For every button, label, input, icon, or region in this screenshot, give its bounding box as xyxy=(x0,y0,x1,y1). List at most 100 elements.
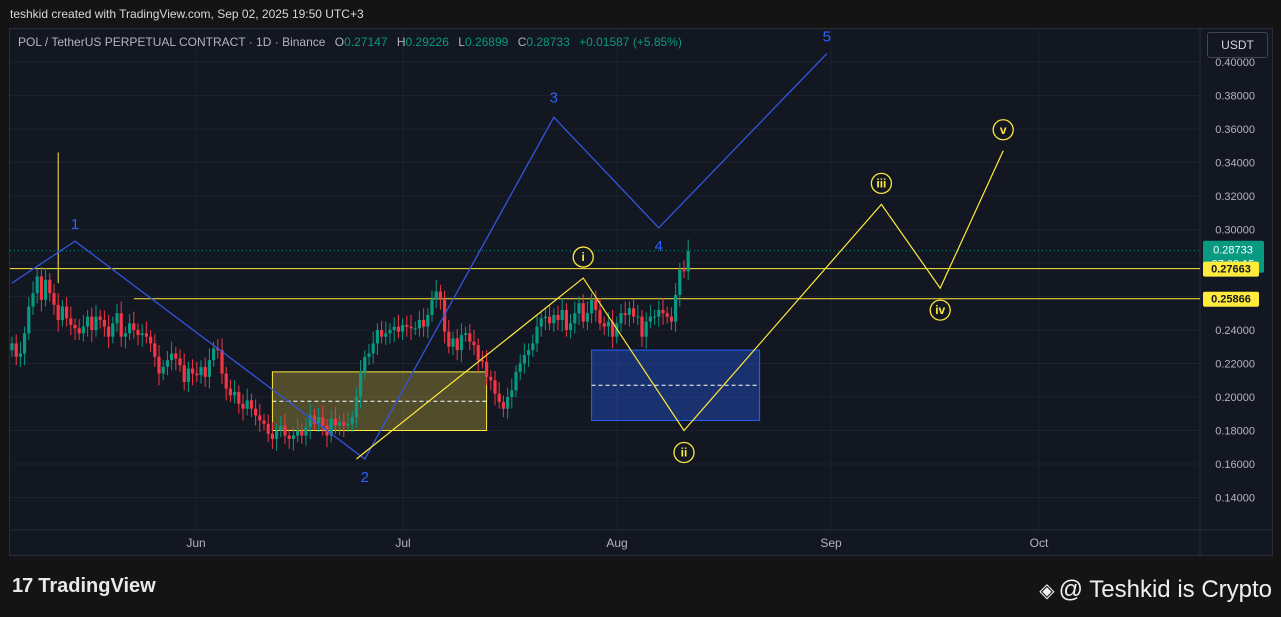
candle-up xyxy=(590,299,594,314)
candle-up xyxy=(552,314,556,324)
candle-up xyxy=(606,321,610,327)
candle-down xyxy=(489,376,493,381)
candle-down xyxy=(98,316,102,320)
candle-up xyxy=(392,326,396,330)
x-tick-label: Aug xyxy=(606,536,627,550)
open-value: 0.27147 xyxy=(344,35,388,49)
yellow-wave-label: i xyxy=(582,250,585,264)
x-tick-label: Oct xyxy=(1030,536,1049,550)
candle-down xyxy=(497,393,501,403)
candle-down xyxy=(380,330,384,337)
low-label: L xyxy=(458,35,465,49)
yellow-wave-label: ii xyxy=(681,446,688,460)
candle-up xyxy=(388,330,392,334)
candle-down xyxy=(581,303,585,322)
blue-wave-label: 5 xyxy=(823,29,831,46)
candle-up xyxy=(569,323,573,330)
candle-up xyxy=(527,350,531,356)
candle-up xyxy=(165,360,169,367)
candle-down xyxy=(405,324,409,327)
candle-up xyxy=(128,323,132,334)
tradingview-logo-icon: 17 xyxy=(12,575,33,597)
candle-up xyxy=(27,306,31,334)
candle-up xyxy=(279,425,283,431)
x-tick-label: Jun xyxy=(186,536,205,550)
candle-down xyxy=(191,368,195,374)
y-tick-label: 0.16000 xyxy=(1215,459,1255,471)
candle-up xyxy=(644,321,648,337)
level-price-value: 0.27663 xyxy=(1211,264,1251,276)
candle-down xyxy=(262,420,266,424)
y-tick-label: 0.40000 xyxy=(1215,57,1255,69)
y-tick-label: 0.32000 xyxy=(1215,191,1255,203)
candle-up xyxy=(535,326,539,344)
candle-down xyxy=(266,423,270,434)
candle-up xyxy=(346,423,350,426)
candle-up xyxy=(531,343,535,351)
candle-down xyxy=(485,361,489,377)
candle-up xyxy=(123,333,127,337)
yellow-wave-label: iii xyxy=(876,176,886,190)
candle-down xyxy=(149,336,153,344)
candle-up xyxy=(648,316,652,322)
candle-down xyxy=(409,326,413,329)
candle-up xyxy=(60,306,64,320)
candle-down xyxy=(333,418,337,426)
candle-down xyxy=(476,345,480,361)
candle-down xyxy=(396,326,400,332)
candle-up xyxy=(619,313,623,324)
candle-down xyxy=(178,358,182,366)
candle-up xyxy=(31,293,35,307)
y-tick-label: 0.20000 xyxy=(1215,392,1255,404)
candle-up xyxy=(161,366,165,374)
candle-down xyxy=(90,316,94,330)
candle-up xyxy=(384,333,388,337)
change-value: +0.01587 (+5.85%) xyxy=(579,35,682,49)
candle-down xyxy=(623,313,627,315)
binance-diamond-icon: ◈ xyxy=(1039,580,1055,602)
y-tick-label: 0.18000 xyxy=(1215,426,1255,438)
blue-wave-label: 2 xyxy=(361,469,369,486)
candle-up xyxy=(510,390,514,397)
candle-up xyxy=(573,313,577,324)
candle-up xyxy=(657,309,661,317)
x-tick-label: Jul xyxy=(395,536,410,550)
candle-down xyxy=(447,331,451,347)
symbol-name[interactable]: POL / TetherUS PERPETUAL CONTRACT · 1D ·… xyxy=(18,35,325,49)
candle-up xyxy=(170,353,174,361)
candle-up xyxy=(81,326,85,334)
candle-up xyxy=(678,269,682,295)
y-tick-label: 0.14000 xyxy=(1215,493,1255,505)
candle-up xyxy=(518,363,522,372)
price-chart[interactable]: Jun Jul Aug Sep Oct 0.40000 0.38000 0.36000 0.34… xyxy=(0,0,1281,617)
candle-up xyxy=(371,343,375,354)
candle-down xyxy=(14,343,18,357)
candle-down xyxy=(287,435,291,439)
candle-up xyxy=(207,360,211,377)
candle-up xyxy=(86,316,90,327)
candle-down xyxy=(182,365,186,382)
candle-up xyxy=(543,316,547,319)
candle-down xyxy=(321,417,325,426)
candle-up xyxy=(338,422,342,426)
candle-down xyxy=(594,299,598,310)
yellow-wave-label: v xyxy=(1000,123,1007,137)
currency-button[interactable]: USDT xyxy=(1207,32,1268,58)
candle-down xyxy=(548,316,552,324)
candle-down xyxy=(73,324,77,329)
candle-up xyxy=(653,316,657,318)
y-tick-label: 0.30000 xyxy=(1215,225,1255,237)
candle-up xyxy=(359,371,363,397)
candle-down xyxy=(153,343,157,357)
candle-down xyxy=(132,323,136,330)
candle-up xyxy=(350,417,354,424)
candle-up xyxy=(115,313,119,324)
candle-down xyxy=(237,391,241,404)
candle-up xyxy=(35,276,39,294)
candle-up xyxy=(506,397,510,409)
x-tick-label: Sep xyxy=(820,536,842,550)
candle-down xyxy=(195,373,199,376)
candle-up xyxy=(304,427,308,436)
candle-up xyxy=(514,371,518,391)
candle-up xyxy=(18,353,22,357)
